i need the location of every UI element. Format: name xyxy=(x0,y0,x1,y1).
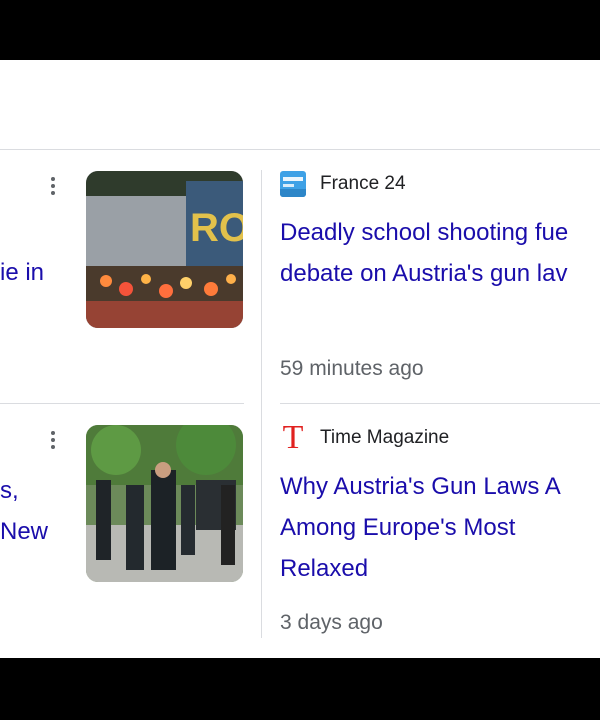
left-card-2-thumbnail[interactable] xyxy=(86,425,243,582)
left-card-1-headline-fragment[interactable]: ie in xyxy=(0,252,44,293)
source-time-magazine[interactable]: T Time Magazine xyxy=(280,419,450,456)
timestamp: 59 minutes ago xyxy=(280,357,424,380)
timestamp: 3 days ago xyxy=(280,611,383,634)
time-logo-icon: T xyxy=(282,419,304,456)
source-name: France 24 xyxy=(320,173,406,194)
headline-line[interactable]: Deadly school shooting fue xyxy=(280,212,600,253)
headline-line[interactable]: Among Europe's Most xyxy=(280,507,600,548)
source-name: Time Magazine xyxy=(320,427,450,448)
left-card-1-thumbnail[interactable]: RO xyxy=(86,171,243,328)
more-options-icon[interactable] xyxy=(49,431,57,449)
row-divider-left xyxy=(0,403,244,404)
left-card-2-headline-fragment-2[interactable]: New xyxy=(0,511,48,552)
svg-text:RO: RO xyxy=(190,206,243,250)
headline-line[interactable]: Relaxed xyxy=(280,548,600,589)
news-results-panel: ie in RO s, New France 24 Deadly school … xyxy=(0,60,600,658)
left-card-2-headline-fragment-1[interactable]: s, xyxy=(0,470,19,511)
column-divider xyxy=(261,170,262,638)
france24-logo-icon xyxy=(280,171,306,197)
source-france24[interactable]: France 24 xyxy=(280,171,406,197)
more-options-icon[interactable] xyxy=(49,177,57,195)
top-divider xyxy=(0,149,600,150)
headline-line[interactable]: debate on Austria's gun lav xyxy=(280,253,600,294)
row-divider-right xyxy=(280,403,600,404)
headline-line[interactable]: Why Austria's Gun Laws A xyxy=(280,466,600,507)
